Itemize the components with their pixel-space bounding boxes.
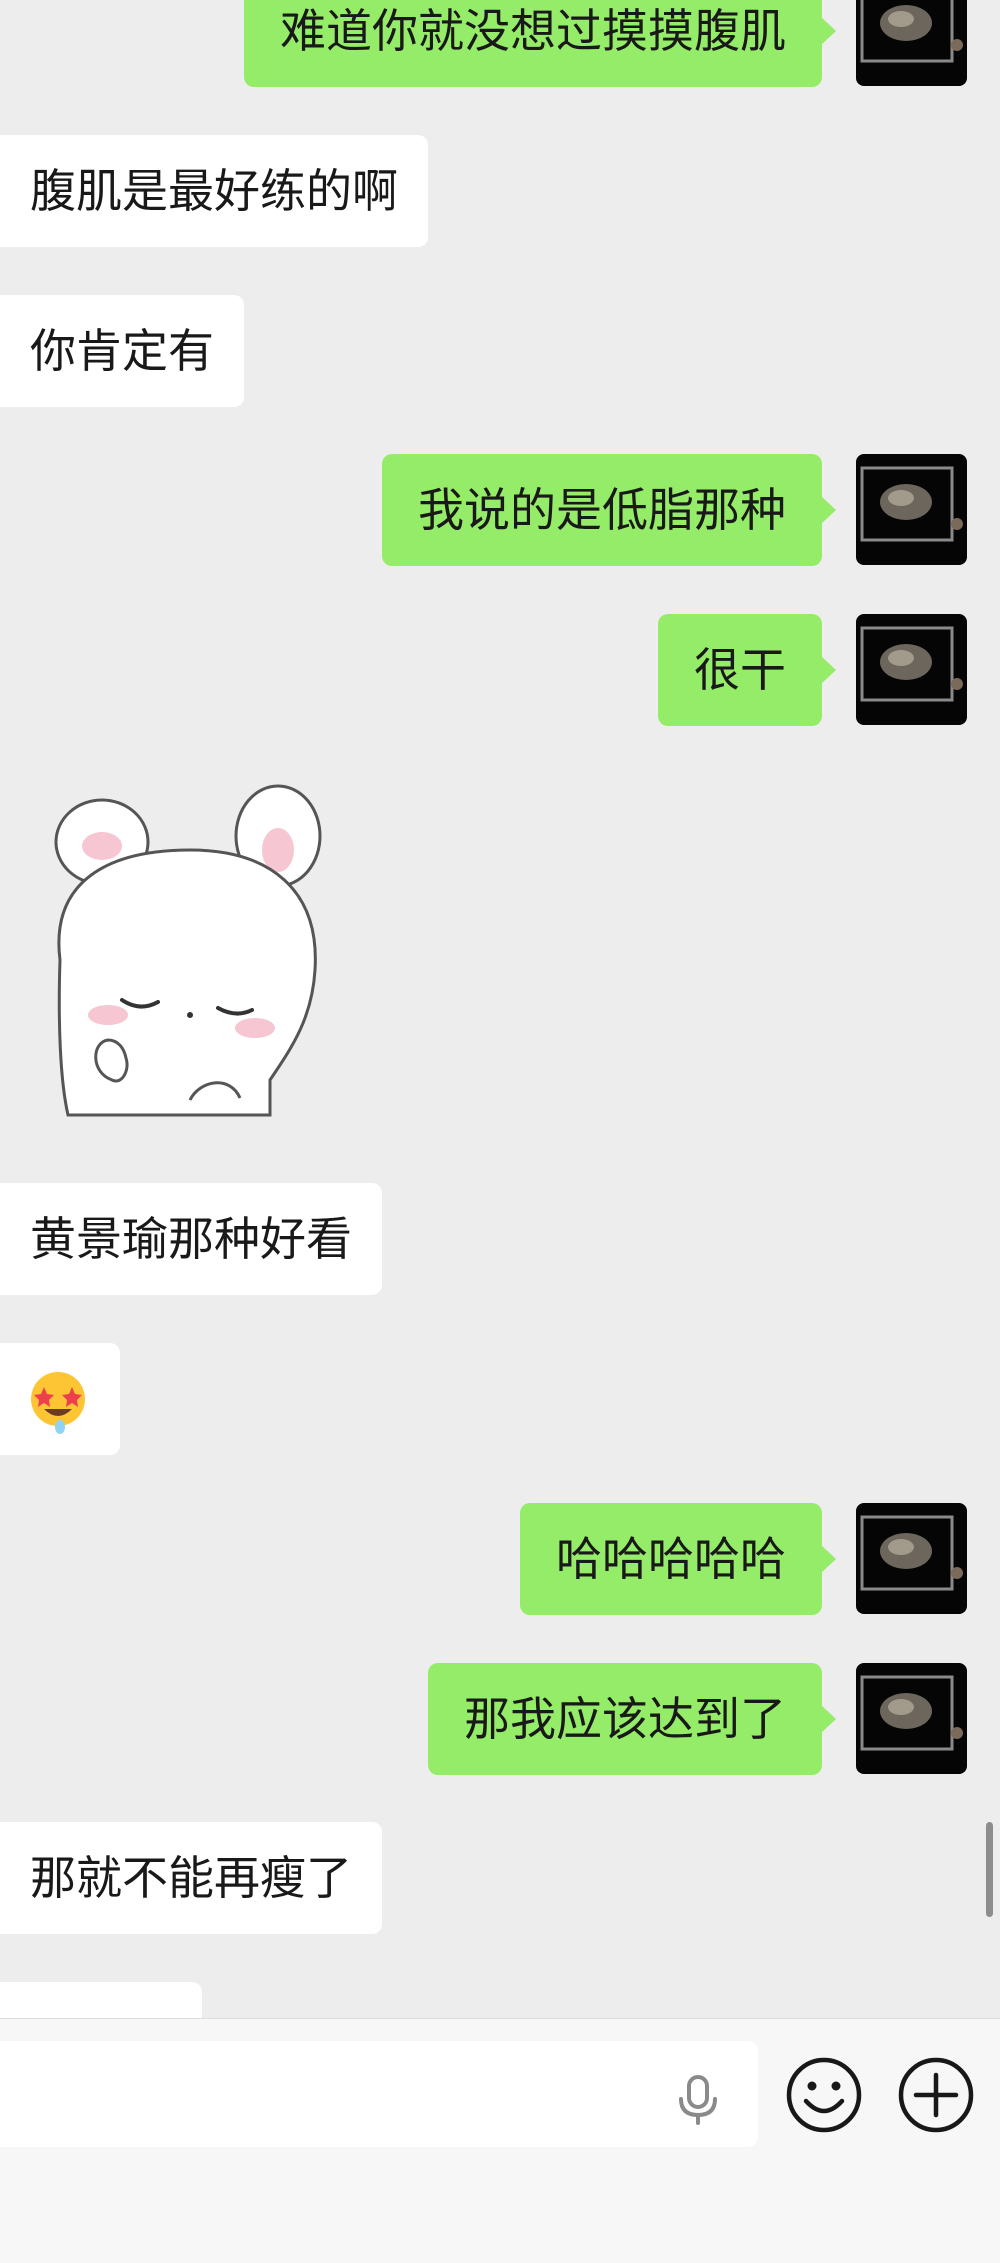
user-avatar[interactable] — [856, 1503, 967, 1614]
outgoing-message-bubble[interactable]: 那我应该达到了 — [428, 1663, 836, 1775]
user-avatar[interactable] — [856, 454, 967, 565]
plus-icon[interactable] — [896, 2055, 976, 2135]
avatar-image-icon — [860, 1675, 963, 1751]
incoming-message-bubble[interactable]: 你肯定有 — [0, 295, 244, 407]
outgoing-message-bubble[interactable]: 很干 — [658, 614, 836, 726]
user-avatar[interactable] — [856, 1663, 967, 1774]
outgoing-message-bubble[interactable]: 我说的是低脂那种 — [382, 454, 836, 566]
outgoing-message-bubble[interactable]: 难道你就没想过摸摸腹肌 — [244, 0, 836, 87]
chat-scrollbar[interactable] — [986, 1822, 993, 1917]
emoji-icon[interactable] — [784, 2055, 864, 2135]
incoming-message-bubble[interactable]: 那就不能再瘦了 — [0, 1822, 382, 1934]
incoming-message-bubble[interactable]: 黄景瑜那种好看 — [0, 1183, 382, 1295]
avatar-image-icon — [860, 1515, 963, 1591]
incoming-emoji-bubble[interactable] — [0, 1343, 120, 1455]
mic-icon[interactable] — [670, 2071, 726, 2127]
sleepy-bunny-sticker[interactable] — [30, 780, 330, 1120]
message-input[interactable] — [0, 2041, 758, 2147]
avatar-image-icon — [860, 0, 963, 63]
star-struck-emoji-icon — [31, 1372, 85, 1434]
avatar-image-icon — [860, 626, 963, 702]
avatar-image-icon — [860, 466, 963, 542]
chat-area[interactable]: 难道你就没想过摸摸腹肌 腹肌是最好练的啊 你肯定有 我说的是低脂那种 很干 黄景… — [0, 0, 1000, 2018]
incoming-message-bubble-partial[interactable] — [0, 1982, 202, 2018]
user-avatar[interactable] — [856, 614, 967, 725]
user-avatar[interactable] — [856, 0, 967, 86]
outgoing-message-bubble[interactable]: 哈哈哈哈哈 — [520, 1503, 836, 1615]
input-bar — [0, 2018, 1000, 2263]
incoming-message-bubble[interactable]: 腹肌是最好练的啊 — [0, 135, 428, 247]
